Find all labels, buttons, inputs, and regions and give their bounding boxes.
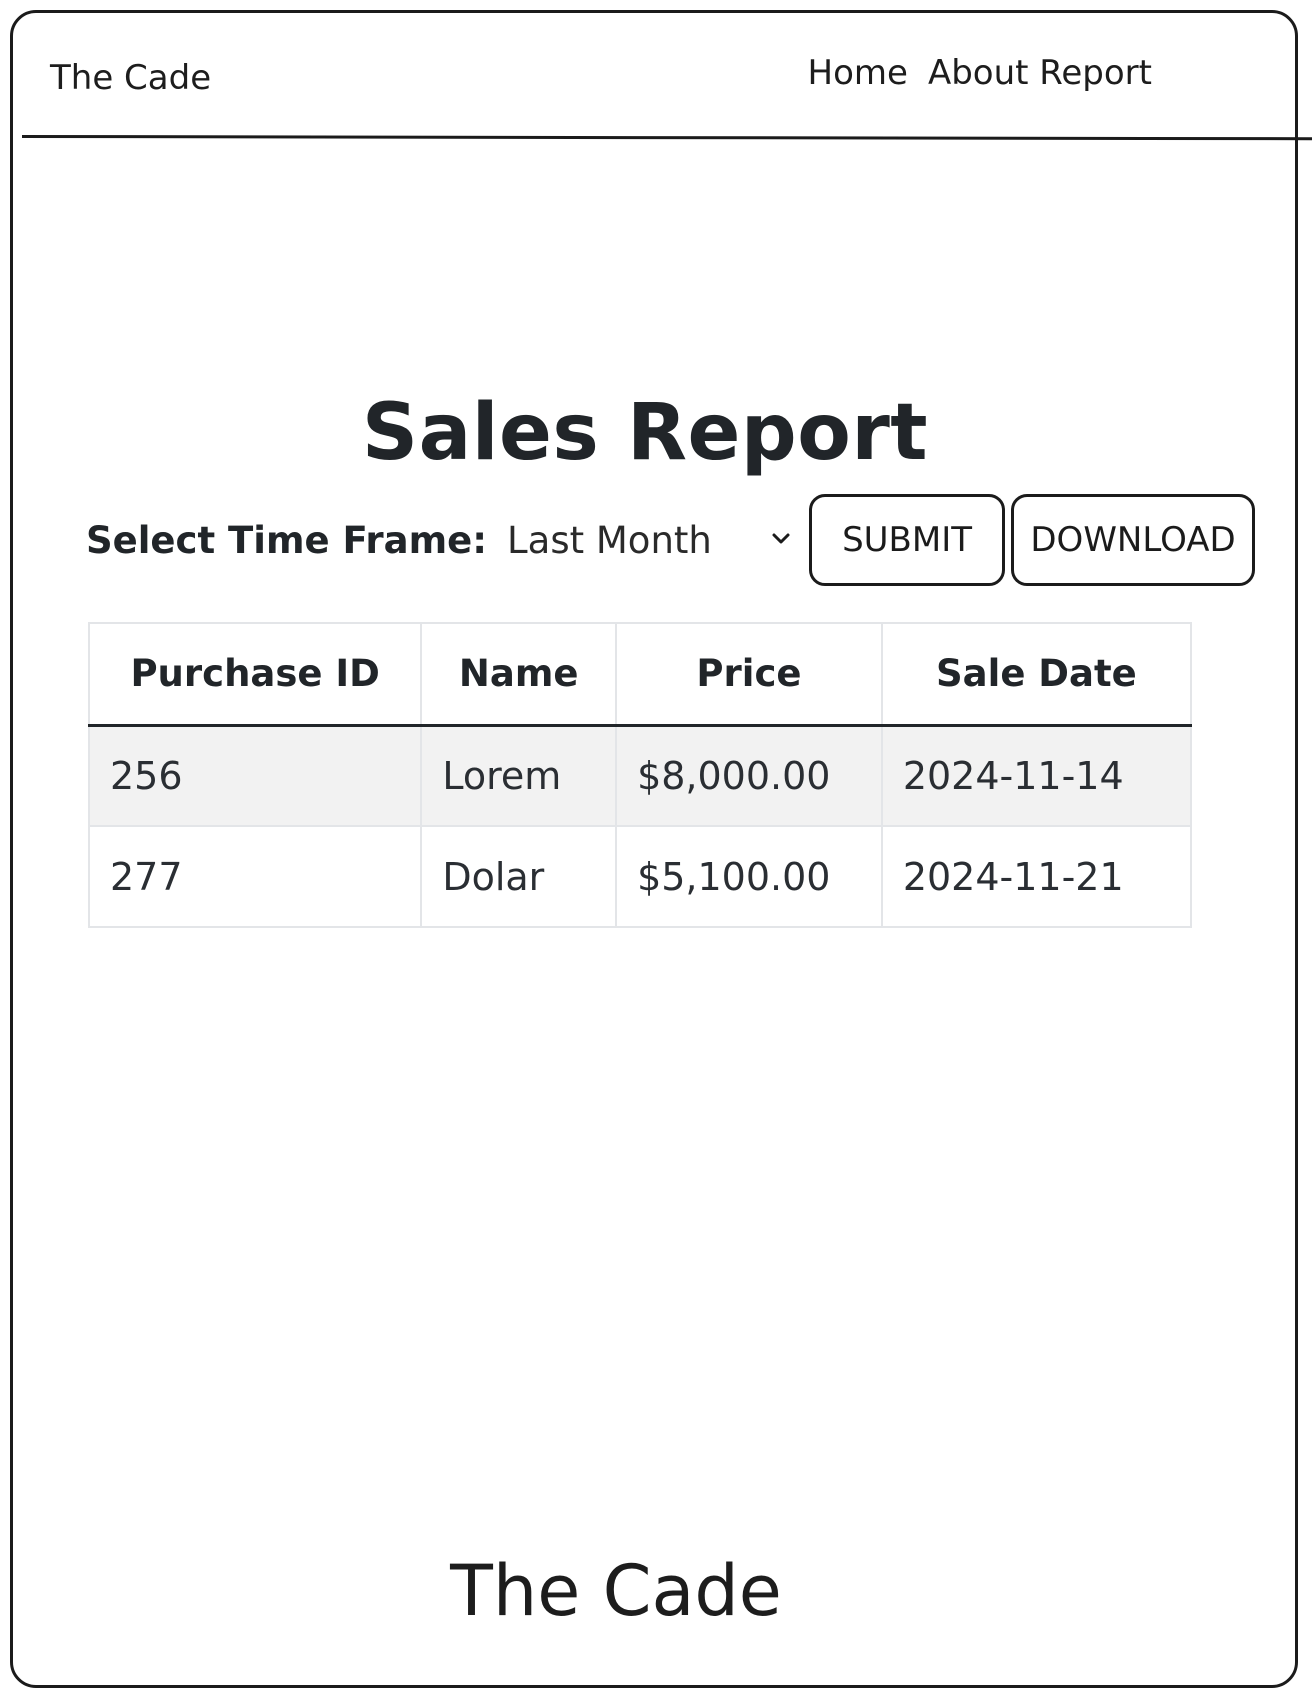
cell-price: $8,000.00	[615, 724, 883, 827]
table-header: Purchase ID Name Price Sale Date	[87, 622, 1193, 727]
sales-table: Purchase ID Name Price Sale Date 256 Lor…	[87, 622, 1193, 928]
submit-button[interactable]: SUBMIT	[809, 494, 1006, 586]
nav-links: Home About Report	[808, 53, 1152, 93]
column-header-sale-date[interactable]: Sale Date	[880, 622, 1193, 727]
column-header-price[interactable]: Price	[615, 622, 883, 727]
nav-link-about-report[interactable]: About Report	[928, 53, 1152, 93]
column-header-purchase-id[interactable]: Purchase ID	[87, 622, 423, 727]
time-frame-label: Select Time Frame:	[86, 518, 488, 562]
cell-purchase-id: 277	[87, 825, 423, 928]
table-header-row: Purchase ID Name Price Sale Date	[87, 622, 1193, 727]
table-row: 256 Lorem $8,000.00 2024-11-14	[87, 724, 1193, 827]
cell-price: $5,100.00	[615, 825, 883, 928]
nav-link-home[interactable]: Home	[808, 53, 908, 93]
table-row: 277 Dolar $5,100.00 2024-11-21	[87, 825, 1193, 928]
time-frame-selected-value: Last Month	[507, 518, 712, 562]
page-title: Sales Report	[361, 388, 929, 478]
cell-purchase-id: 256	[87, 724, 423, 827]
cell-name: Lorem	[420, 724, 618, 827]
chevron-down-icon	[772, 533, 790, 544]
brand-logo-text[interactable]: The Cade	[50, 58, 211, 98]
cell-sale-date: 2024-11-21	[880, 825, 1193, 928]
time-frame-select[interactable]: Last Month	[507, 505, 793, 575]
cell-name: Dolar	[420, 825, 618, 928]
footer-brand-text: The Cade	[450, 1550, 782, 1632]
report-controls: Select Time Frame: Last Month SUBMIT DOW…	[86, 492, 1256, 588]
column-header-name[interactable]: Name	[420, 622, 618, 727]
download-button[interactable]: DOWNLOAD	[1011, 494, 1256, 586]
cell-sale-date: 2024-11-14	[880, 724, 1193, 827]
table-body: 256 Lorem $8,000.00 2024-11-14 277 Dolar…	[87, 724, 1193, 928]
